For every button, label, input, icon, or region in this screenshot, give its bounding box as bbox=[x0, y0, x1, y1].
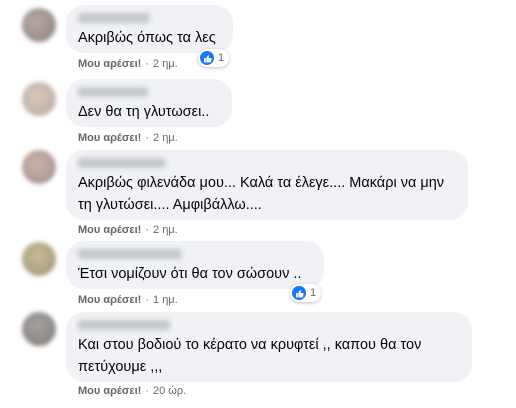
like-link[interactable]: Μου αρέσει! bbox=[78, 294, 141, 306]
timestamp[interactable]: 1 ημ. bbox=[153, 294, 178, 306]
like-link[interactable]: Μου αρέσει! bbox=[78, 385, 141, 397]
like-link[interactable]: Μου αρέσει! bbox=[78, 132, 141, 144]
avatar[interactable] bbox=[22, 242, 56, 276]
avatar[interactable] bbox=[22, 8, 56, 42]
reaction-count[interactable]: 1 bbox=[198, 49, 230, 67]
comment-actions: Μου αρέσει! · 2 ημ. bbox=[78, 58, 178, 70]
reaction-count[interactable]: 1 bbox=[290, 284, 322, 302]
author-name-redacted[interactable] bbox=[78, 320, 170, 330]
timestamp[interactable]: 2 ημ. bbox=[153, 58, 178, 70]
timestamp[interactable]: 20 ώρ. bbox=[153, 385, 186, 397]
comment-actions: Μου αρέσει! · 2 ημ. bbox=[78, 224, 178, 236]
timestamp[interactable]: 2 ημ. bbox=[153, 224, 178, 236]
like-link[interactable]: Μου αρέσει! bbox=[78, 224, 141, 236]
avatar[interactable] bbox=[22, 150, 56, 184]
separator: · bbox=[145, 132, 150, 144]
reaction-count-number: 1 bbox=[310, 287, 317, 299]
thumbs-up-icon bbox=[292, 286, 306, 300]
separator: · bbox=[145, 58, 150, 70]
comment-text: Ακριβώς όπως τα λες bbox=[78, 30, 216, 46]
author-name-redacted[interactable] bbox=[78, 87, 148, 97]
reaction-count-number: 1 bbox=[218, 52, 225, 64]
author-name-redacted[interactable] bbox=[78, 249, 182, 259]
separator: · bbox=[145, 224, 150, 236]
avatar[interactable] bbox=[22, 312, 56, 346]
comment-actions: Μου αρέσει! · 20 ώρ. bbox=[78, 385, 186, 397]
thumbs-up-icon bbox=[200, 51, 214, 65]
comment-text: Έτσι νομίζουν ότι θα τον σώσουν .. bbox=[78, 266, 302, 282]
comment-bubble: Ακριβώς φιλενάδα μου... Καλά τα έλεγε...… bbox=[66, 150, 468, 220]
comment-bubble: Έτσι νομίζουν ότι θα τον σώσουν .. bbox=[66, 241, 324, 289]
comment-bubble: Δεν θα τη γλυτωσει.. bbox=[66, 79, 232, 127]
timestamp[interactable]: 2 ημ. bbox=[153, 132, 178, 144]
comment-actions: Μου αρέσει! · 1 ημ. bbox=[78, 294, 178, 306]
separator: · bbox=[145, 385, 150, 397]
comment-text: Ακριβώς φιλενάδα μου... Καλά τα έλεγε...… bbox=[78, 175, 445, 213]
separator: · bbox=[145, 294, 150, 306]
comment-actions: Μου αρέσει! · 2 ημ. bbox=[78, 132, 178, 144]
comment-text: Δεν θα τη γλυτωσει.. bbox=[78, 104, 210, 120]
comment-bubble: Και στου βοδιού το κέρατο να κρυφτεί ,, … bbox=[66, 312, 472, 382]
like-link[interactable]: Μου αρέσει! bbox=[78, 58, 141, 70]
author-name-redacted[interactable] bbox=[78, 158, 166, 168]
comment-text: Και στου βοδιού το κέρατο να κρυφτεί ,, … bbox=[78, 337, 422, 375]
comment-bubble: Ακριβώς όπως τα λες bbox=[66, 5, 233, 53]
author-name-redacted[interactable] bbox=[78, 13, 150, 23]
avatar[interactable] bbox=[22, 82, 56, 116]
